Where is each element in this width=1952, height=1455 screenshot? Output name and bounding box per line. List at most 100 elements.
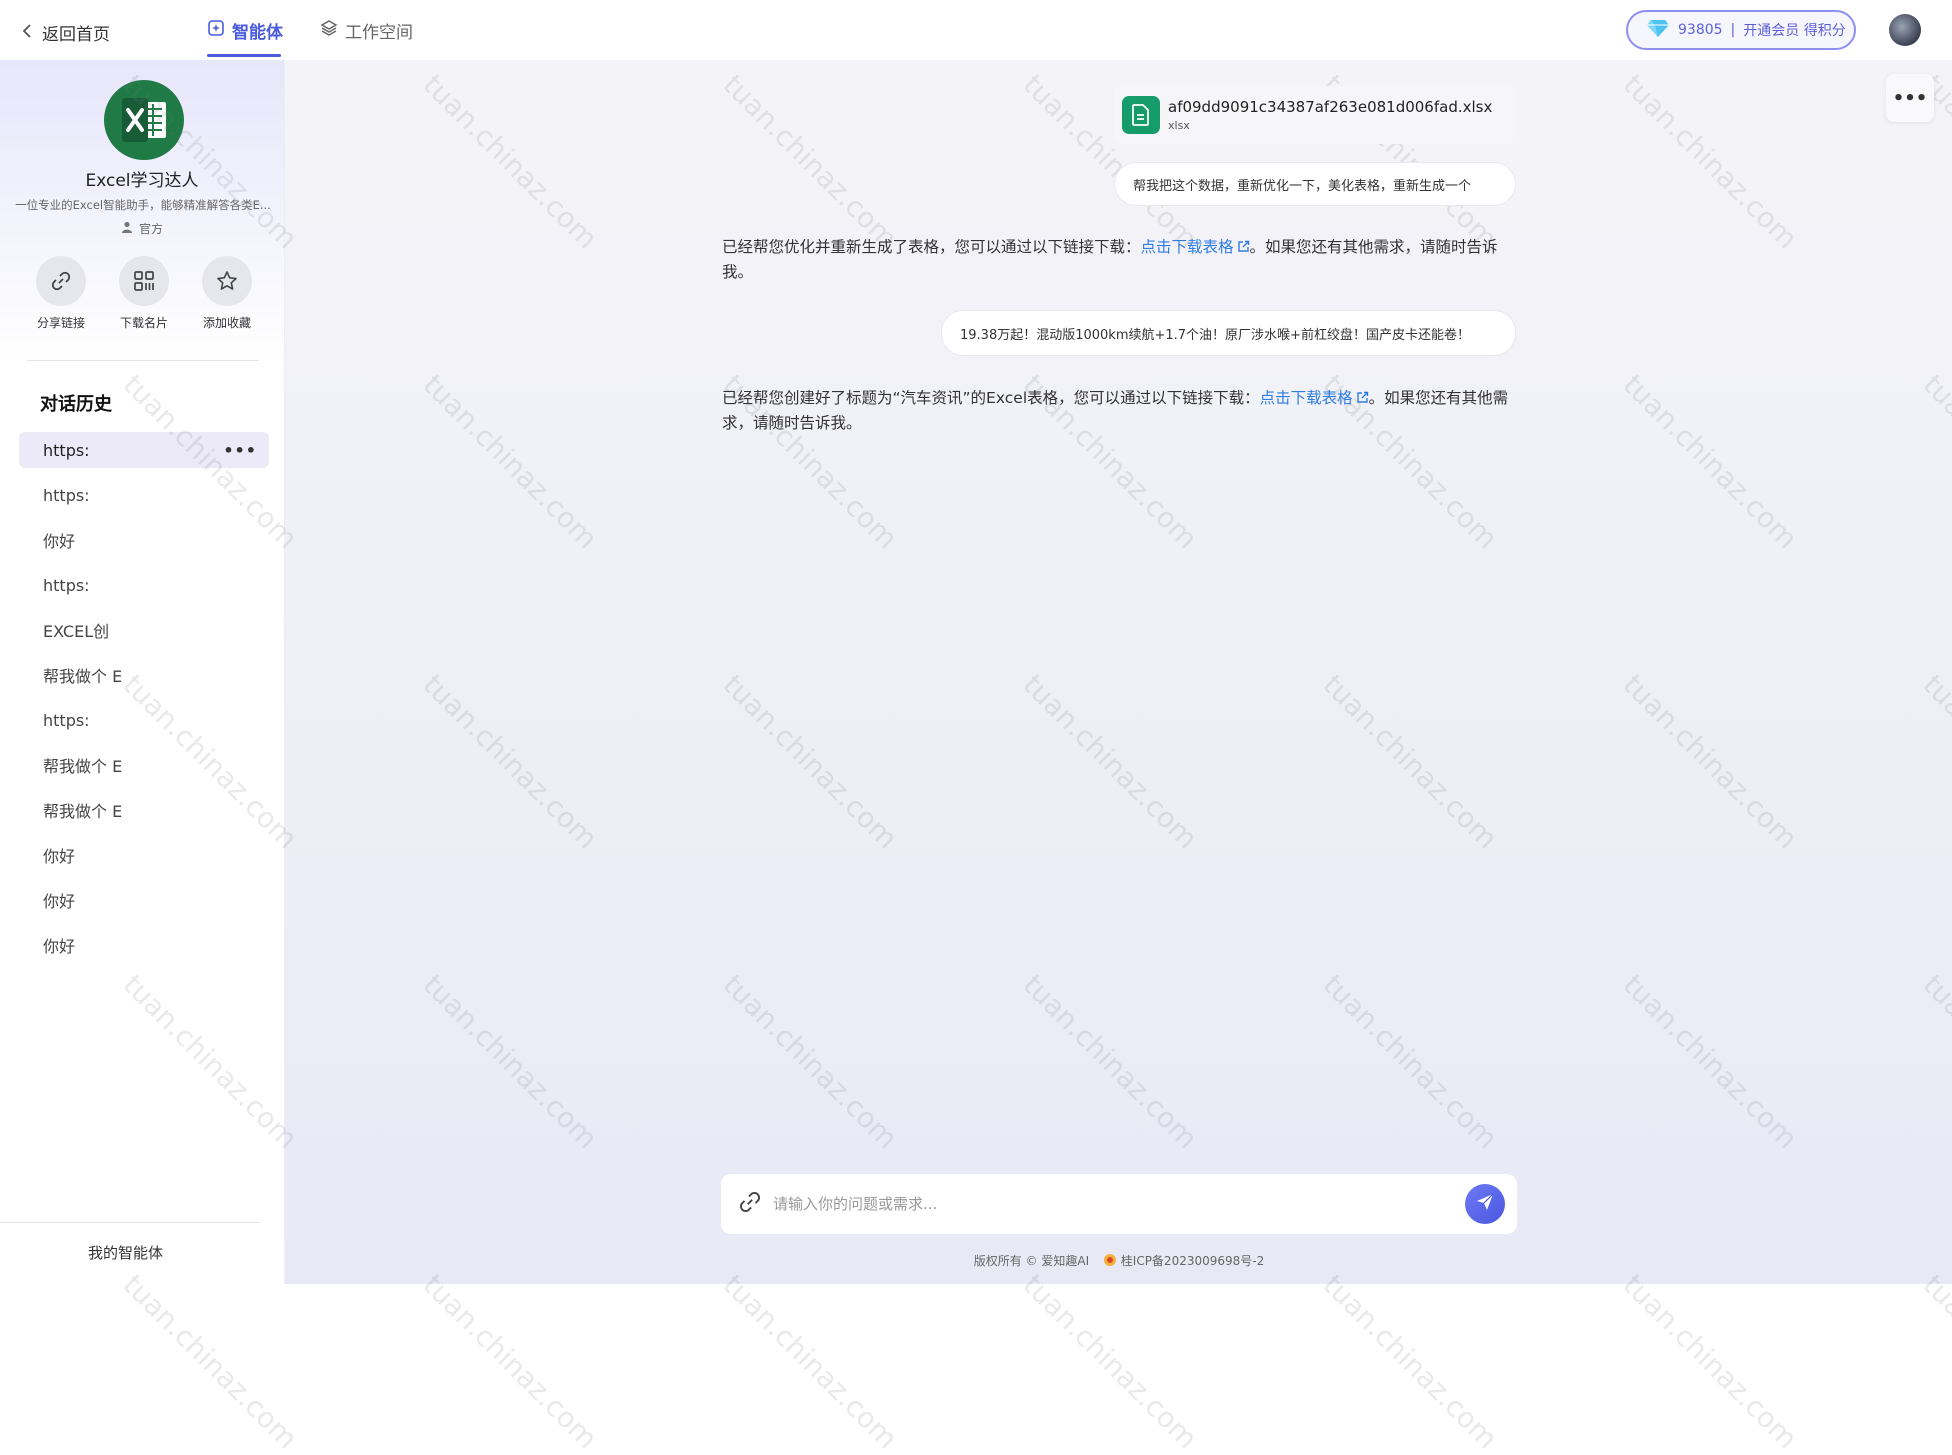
history-item-label: 你好 xyxy=(43,847,76,866)
vip-points-value: 93805 xyxy=(1678,22,1723,38)
chevron-left-icon xyxy=(22,23,32,42)
history-item-label: https: xyxy=(43,710,90,730)
agent-sidebar: Excel学习达人 一位专业的Excel智能助手，能够精准解答各类E... 官方… xyxy=(0,60,285,1284)
active-tab-indicator xyxy=(207,54,281,57)
file-extension: xlsx xyxy=(1168,119,1190,132)
vip-cta-label: 开通会员 得积分 xyxy=(1743,23,1846,39)
watermark-text: tuan.chinaz.com xyxy=(1316,1268,1504,1455)
history-item[interactable]: 帮我做个 E xyxy=(19,657,269,693)
sidebar-divider xyxy=(27,360,259,361)
chat-input[interactable] xyxy=(771,1194,1455,1214)
history-item[interactable]: https: xyxy=(19,702,269,738)
share-link-button[interactable]: 分享链接 xyxy=(26,256,96,331)
watermark-text: tuan.chinaz.com xyxy=(116,1268,304,1455)
agent-description: 一位专业的Excel智能助手，能够精准解答各类E... xyxy=(15,198,271,212)
assistant-message-text: 已经帮您优化并重新生成了表格，您可以通过以下链接下载： xyxy=(722,238,1141,256)
watermark-text: tuan.chinaz.com xyxy=(716,668,904,856)
watermark-text: tuan.chinaz.com xyxy=(1916,968,1952,1156)
watermark-text: tuan.chinaz.com xyxy=(1616,68,1804,256)
assistant-message: 已经帮您创建好了标题为“汽车资讯”的Excel表格，您可以通过以下链接下载：点击… xyxy=(722,386,1522,436)
download-table-link[interactable]: 点击下载表格 xyxy=(1141,238,1250,256)
page-footer: 版权所有 © 爱知趣AI 桂ICP备2023009698号-2 xyxy=(721,1252,1517,1269)
star-icon xyxy=(202,256,252,306)
agent-name: Excel学习达人 xyxy=(85,171,199,191)
back-home-label: 返回首页 xyxy=(42,25,110,45)
history-item[interactable]: 帮我做个 E xyxy=(19,792,269,828)
assistant-message-text: 已经帮您创建好了标题为“汽车资讯”的Excel表格，您可以通过以下链接下载： xyxy=(722,389,1260,407)
user-message: 帮我把这个数据，重新优化一下，美化表格，重新生成一个 xyxy=(1114,162,1516,206)
add-favorite-button[interactable]: 添加收藏 xyxy=(192,256,262,331)
history-list: https: ••• https: 你好 https: EXCEL创 帮我做个 … xyxy=(19,432,269,972)
history-item[interactable]: 你好 xyxy=(19,882,269,918)
back-home-link[interactable]: 返回首页 xyxy=(22,20,110,45)
history-item[interactable]: EXCEL创 xyxy=(19,612,269,648)
sidebar-bottom-divider xyxy=(0,1222,260,1223)
my-agents-link[interactable]: 我的智能体 xyxy=(88,1242,163,1263)
history-item-label: https: xyxy=(43,485,90,505)
history-item-label: 帮我做个 E xyxy=(43,802,123,821)
file-name: af09dd9091c34387af263e081d006fad.xlsx xyxy=(1168,98,1493,116)
watermark-text: tuan.chinaz.com xyxy=(1316,968,1504,1156)
download-card-label: 下载名片 xyxy=(119,316,168,330)
history-item[interactable]: https: xyxy=(19,477,269,513)
tab-agents[interactable]: 智能体 xyxy=(207,18,283,43)
download-table-link-label: 点击下载表格 xyxy=(1259,389,1353,407)
watermark-text: tuan.chinaz.com xyxy=(1616,368,1804,556)
history-item-label: 你好 xyxy=(43,532,76,551)
watermark-text: tuan.chinaz.com xyxy=(1016,968,1204,1156)
assistant-message: 已经帮您优化并重新生成了表格，您可以通过以下链接下载：点击下载表格 。如果您还有其… xyxy=(722,235,1522,285)
more-options-icon: ••• xyxy=(1892,87,1928,109)
icp-badge-icon xyxy=(1103,1254,1121,1268)
icp-link[interactable]: 桂ICP备2023009698号-2 xyxy=(1121,1254,1264,1268)
watermark-text: tuan.chinaz.com xyxy=(1916,368,1952,556)
watermark-text: tuan.chinaz.com xyxy=(416,68,604,256)
qrcode-icon xyxy=(119,256,169,306)
watermark-text: tuan.chinaz.com xyxy=(1916,1268,1952,1455)
history-title: 对话历史 xyxy=(40,394,112,415)
watermark-text: tuan.chinaz.com xyxy=(416,368,604,556)
watermark-text: tuan.chinaz.com xyxy=(1016,668,1204,856)
history-item[interactable]: https: xyxy=(19,567,269,603)
file-info: af09dd9091c34387af263e081d006fad.xlsx xl… xyxy=(1168,98,1492,132)
link-icon xyxy=(36,256,86,306)
history-item-label: https: xyxy=(43,440,90,460)
watermark-text: tuan.chinaz.com xyxy=(1016,1268,1204,1455)
history-item[interactable]: 你好 xyxy=(19,522,269,558)
add-favorite-label: 添加收藏 xyxy=(202,316,251,330)
agent-tab-icon xyxy=(207,19,225,42)
user-avatar[interactable] xyxy=(1889,14,1921,46)
history-item[interactable]: https: ••• xyxy=(19,432,269,468)
watermark-text: tuan.chinaz.com xyxy=(716,68,904,256)
official-badge: 官方 xyxy=(0,220,284,237)
tab-workspace-label: 工作空间 xyxy=(345,23,413,43)
download-card-button[interactable]: 下载名片 xyxy=(109,256,179,331)
history-item[interactable]: 你好 xyxy=(19,927,269,963)
agent-actions: 分享链接 下载名片 添加收藏 xyxy=(26,256,262,331)
history-item-label: https: xyxy=(43,575,90,595)
external-link-icon xyxy=(1234,238,1250,256)
tab-workspace[interactable]: 工作空间 xyxy=(320,18,413,43)
watermark-text: tuan.chinaz.com xyxy=(1616,1268,1804,1455)
watermark-text: tuan.chinaz.com xyxy=(416,668,604,856)
send-button[interactable] xyxy=(1465,1184,1505,1224)
download-table-link-label: 点击下载表格 xyxy=(1140,238,1234,256)
top-nav-bar: 返回首页 智能体 工作空间 93805 | 开通会员 得积分 xyxy=(0,0,1952,60)
more-options-icon[interactable]: ••• xyxy=(223,441,257,460)
copyright-text: 版权所有 © 爱知趣AI xyxy=(973,1254,1090,1268)
vip-points-button[interactable]: 93805 | 开通会员 得积分 xyxy=(1626,10,1856,50)
history-item[interactable]: 你好 xyxy=(19,837,269,873)
history-item-label: 帮我做个 E xyxy=(43,757,123,776)
excel-logo-icon xyxy=(104,80,184,160)
uploaded-file-card[interactable]: af09dd9091c34387af263e081d006fad.xlsx xl… xyxy=(1114,86,1516,144)
download-table-link[interactable]: 点击下载表格 xyxy=(1260,389,1369,407)
person-icon xyxy=(121,221,133,236)
more-menu-button[interactable]: ••• xyxy=(1886,74,1934,122)
history-item[interactable]: 帮我做个 E xyxy=(19,747,269,783)
send-icon xyxy=(1475,1192,1495,1216)
history-item-label: 帮我做个 E xyxy=(43,667,123,686)
attach-link-icon[interactable] xyxy=(739,1191,761,1217)
spreadsheet-file-icon xyxy=(1122,96,1160,134)
watermark-text: tuan.chinaz.com xyxy=(1616,668,1804,856)
official-badge-label: 官方 xyxy=(138,222,163,236)
share-link-label: 分享链接 xyxy=(36,316,85,330)
